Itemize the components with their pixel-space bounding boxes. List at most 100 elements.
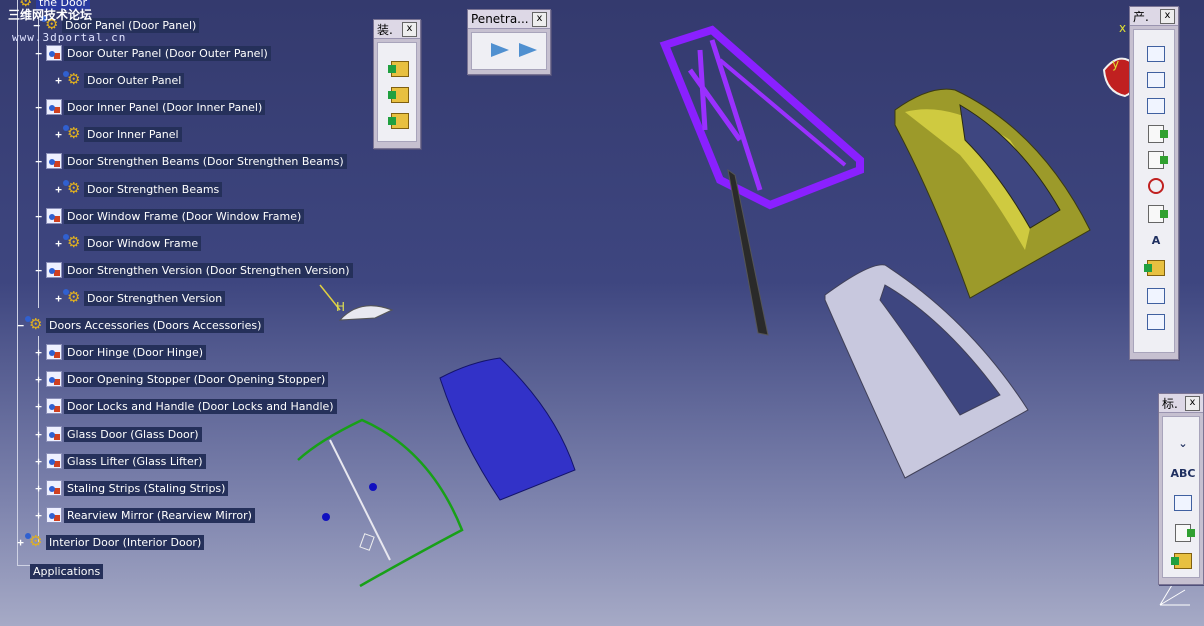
tree-node-window-frame-body[interactable]: + Door Window Frame <box>54 233 202 252</box>
product-button-5[interactable] <box>1144 148 1168 172</box>
tree-node-applications[interactable]: Applications <box>30 562 104 580</box>
door-outer-panel-yellow[interactable] <box>894 88 1091 299</box>
tree-label[interactable]: Door Window Frame (Door Window Frame) <box>64 208 305 224</box>
collapse-icon[interactable]: − <box>34 101 43 114</box>
tree-node-inner-panel[interactable]: − Door Inner Panel (Door Inner Panel) <box>34 98 266 116</box>
annotation-plane-button[interactable] <box>1171 549 1195 573</box>
tree-node-glass-lifter[interactable]: + Glass Lifter (Glass Lifter) <box>34 452 206 470</box>
tree-label[interactable]: Door Window Frame <box>84 235 202 251</box>
collapse-icon[interactable]: − <box>34 264 43 277</box>
penetration-button[interactable] <box>488 38 512 62</box>
tree-label[interactable]: Rearview Mirror (Rearview Mirror) <box>64 507 255 523</box>
tree-label[interactable]: Door Inner Panel (Door Inner Panel) <box>64 99 266 115</box>
toolbar-title-bar[interactable]: 标. x <box>1159 394 1203 413</box>
text-with-leader-button[interactable]: ABC <box>1171 461 1196 485</box>
penetration-options-button[interactable] <box>516 38 540 62</box>
tree-label[interactable]: Glass Door (Glass Door) <box>64 426 202 442</box>
product-button-9[interactable] <box>1144 256 1168 280</box>
tree-node-strengthen-version[interactable]: − Door Strengthen Version (Door Strength… <box>34 261 353 279</box>
3d-annotation-button[interactable] <box>1171 521 1195 545</box>
tree-label[interactable]: Staling Strips (Staling Strips) <box>64 480 229 496</box>
collapse-icon[interactable]: − <box>34 155 43 168</box>
expand-icon[interactable]: + <box>54 237 63 250</box>
tree-node-locks-handle[interactable]: + Door Locks and Handle (Door Locks and … <box>34 397 337 415</box>
expand-icon[interactable]: + <box>34 373 43 386</box>
tree-label[interactable]: Door Outer Panel <box>84 72 185 88</box>
product-button-11[interactable] <box>1144 310 1168 334</box>
tree-node-window-frame[interactable]: − Door Window Frame (Door Window Frame) <box>34 207 305 225</box>
close-icon[interactable]: x <box>1185 395 1200 411</box>
tree-node-outer-panel-body[interactable]: + Door Outer Panel <box>54 70 185 89</box>
toolbar-title-bar[interactable]: 装. x <box>374 20 420 39</box>
flag-note-button[interactable] <box>1171 491 1195 515</box>
product-button-10[interactable] <box>1144 284 1168 308</box>
tree-label[interactable]: Door Strengthen Version <box>84 290 226 306</box>
expand-icon[interactable]: + <box>54 128 63 141</box>
tree-label[interactable]: Door Inner Panel <box>84 126 182 142</box>
tree-node-strengthen-beams-body[interactable]: + Door Strengthen Beams <box>54 179 223 198</box>
close-icon[interactable]: x <box>532 11 547 27</box>
door-window-frame-purple[interactable] <box>659 25 864 210</box>
tree-label[interactable]: Applications <box>30 563 104 579</box>
tree-node-doors-accessories[interactable]: − Doors Accessories (Doors Accessories) <box>16 315 265 334</box>
tree-label[interactable]: Door Strengthen Version (Door Strengthen… <box>64 262 353 278</box>
close-icon[interactable]: x <box>1160 8 1175 24</box>
assembly-toolbar[interactable]: 装. x <box>373 19 421 149</box>
tree-node-opening-stopper[interactable]: + Door Opening Stopper (Door Opening Sto… <box>34 370 329 388</box>
tree-node-staling-strips[interactable]: + Staling Strips (Staling Strips) <box>34 479 229 497</box>
tree-node-strengthen-version-body[interactable]: + Door Strengthen Version <box>54 288 226 307</box>
toolbar-title: Penetra... <box>471 12 529 26</box>
expand-icon[interactable]: + <box>54 183 63 196</box>
tree-label[interactable]: Door Outer Panel (Door Outer Panel) <box>64 45 271 61</box>
tree-label[interactable]: Door Locks and Handle (Door Locks and Ha… <box>64 398 337 414</box>
toolbar-title-bar[interactable]: 产. x <box>1130 7 1178 26</box>
collapse-icon[interactable]: − <box>16 319 25 332</box>
close-icon[interactable]: x <box>402 21 417 37</box>
penetration-toolbar[interactable]: Penetra... x <box>467 9 551 75</box>
tree-node-glass-door[interactable]: + Glass Door (Glass Door) <box>34 425 202 443</box>
toolbar-title-bar[interactable]: Penetra... x <box>468 10 550 29</box>
expand-icon[interactable]: + <box>54 292 63 305</box>
expand-icon[interactable]: + <box>34 455 43 468</box>
door-inner-panel-gray[interactable] <box>824 264 1029 479</box>
expand-icon[interactable]: + <box>54 74 63 87</box>
tree-label[interactable]: Interior Door (Interior Door) <box>46 534 205 550</box>
tree-label[interactable]: Door Hinge (Door Hinge) <box>64 344 207 360</box>
expand-icon[interactable]: + <box>34 346 43 359</box>
tree-label[interactable]: Door Strengthen Beams (Door Strengthen B… <box>64 153 347 169</box>
glass-door-blue[interactable] <box>439 357 576 501</box>
tree-node-door-hinge[interactable]: + Door Hinge (Door Hinge) <box>34 343 207 361</box>
tree-label[interactable]: Glass Lifter (Glass Lifter) <box>64 453 206 469</box>
replace-component-button[interactable] <box>388 109 412 133</box>
product-button-1[interactable] <box>1144 42 1168 66</box>
toolbar-title: 标. <box>1162 396 1178 411</box>
expand-icon[interactable]: + <box>16 536 25 549</box>
collapse-icon[interactable]: − <box>34 210 43 223</box>
product-toolbar[interactable]: 产. x A <box>1129 6 1179 360</box>
tree-node-outer-panel[interactable]: − Door Outer Panel (Door Outer Panel) <box>34 44 271 62</box>
part-icon <box>46 208 62 224</box>
tree-node-rearview-mirror[interactable]: + Rearview Mirror (Rearview Mirror) <box>34 506 255 524</box>
expand-icon[interactable]: + <box>34 482 43 495</box>
existing-component-button[interactable] <box>388 83 412 107</box>
product-button-2[interactable] <box>1144 68 1168 92</box>
tree-label[interactable]: Door Opening Stopper (Door Opening Stopp… <box>64 371 329 387</box>
expand-icon[interactable]: + <box>34 428 43 441</box>
specification-tree[interactable]: the Door − Door Panel (Door Panel) − Doo… <box>0 0 360 600</box>
annotation-toolbar[interactable]: 标. x ⌄ ABC <box>1158 393 1204 585</box>
product-button-4[interactable] <box>1144 122 1168 146</box>
new-component-button[interactable] <box>388 57 412 81</box>
collapse-icon[interactable]: − <box>34 47 43 60</box>
tree-label[interactable]: Doors Accessories (Doors Accessories) <box>46 317 265 333</box>
expand-icon[interactable]: + <box>34 509 43 522</box>
product-button-3[interactable] <box>1144 94 1168 118</box>
tree-label[interactable]: Door Strengthen Beams <box>84 181 223 197</box>
product-button-8[interactable]: A <box>1144 228 1168 252</box>
tree-node-interior-door[interactable]: + Interior Door (Interior Door) <box>16 532 205 551</box>
weld-feature-button[interactable]: ⌄ <box>1171 431 1195 455</box>
tree-node-inner-panel-body[interactable]: + Door Inner Panel <box>54 124 182 143</box>
expand-icon[interactable]: + <box>34 400 43 413</box>
product-button-6[interactable] <box>1144 174 1168 198</box>
product-button-7[interactable] <box>1144 202 1168 226</box>
tree-node-strengthen-beams[interactable]: − Door Strengthen Beams (Door Strengthen… <box>34 152 347 170</box>
